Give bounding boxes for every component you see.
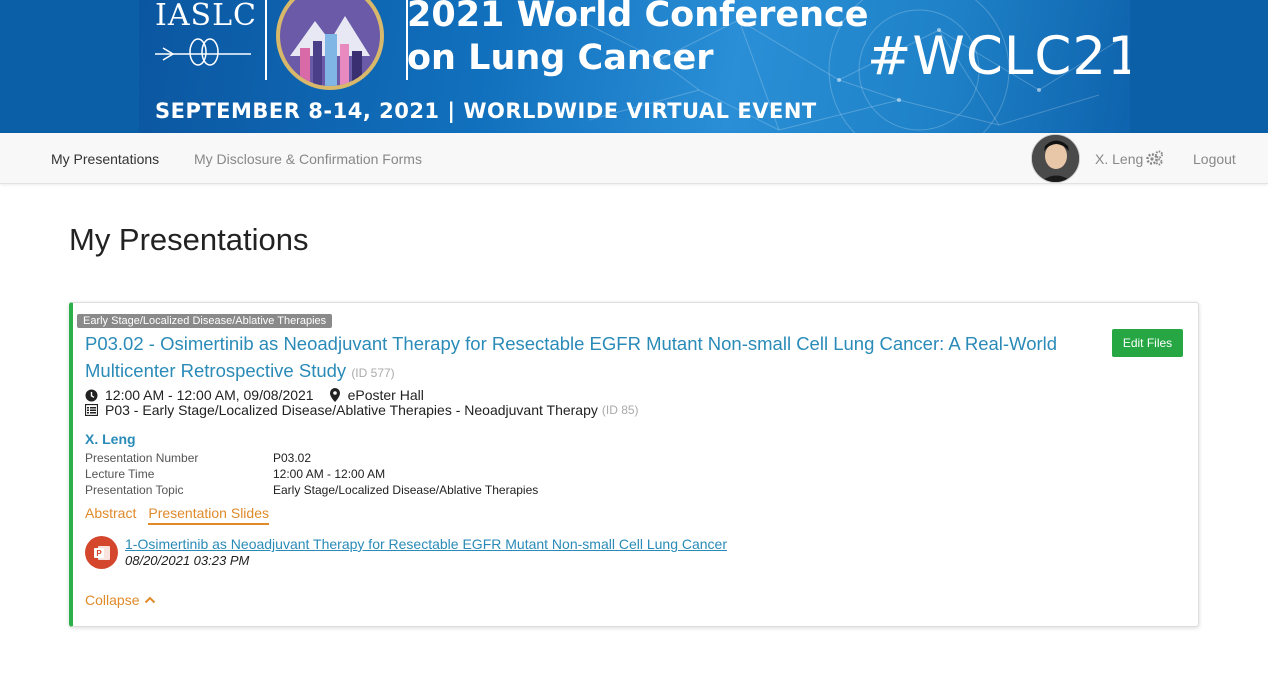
session-id: (ID 85) (601, 403, 639, 417)
tab-presentation-slides[interactable]: Presentation Slides (148, 505, 269, 525)
avatar[interactable] (1031, 134, 1080, 183)
conference-hashtag: #WCLC21 (867, 26, 1130, 87)
detail-label: Presentation Number (85, 451, 199, 465)
conference-title-line1: 2021 World Conference (407, 0, 869, 35)
detail-value: 12:00 AM - 12:00 AM (273, 467, 386, 481)
iaslc-wordmark: IASLC (155, 0, 257, 33)
collapse-toggle[interactable]: Collapse (85, 592, 156, 608)
clock-icon (85, 389, 98, 401)
user-photo-icon (1032, 135, 1079, 182)
top-navbar: My Presentations My Disclosure & Confirm… (0, 133, 1268, 184)
presentation-time: 12:00 AM - 12:00 AM, 09/08/2021 (105, 387, 314, 403)
nav-my-presentations[interactable]: My Presentations (51, 151, 159, 167)
presentation-id: (ID 577) (351, 366, 395, 380)
page-title: My Presentations (69, 222, 309, 257)
user-menu[interactable]: X. Leng (1095, 151, 1143, 167)
banner-divider (265, 0, 267, 80)
powerpoint-glyph-icon: P (93, 545, 110, 560)
chevron-up-icon[interactable] (144, 596, 156, 604)
author-name[interactable]: X. Leng (85, 431, 136, 447)
content-tabs: Abstract Presentation Slides (85, 505, 281, 525)
conference-banner: IASLC 2021 World Conference on Lung Canc… (139, 0, 1130, 133)
detail-value: P03.02 (273, 451, 312, 465)
svg-text:P: P (96, 549, 102, 558)
detail-value: Early Stage/Localized Disease/Ablative T… (273, 483, 539, 497)
collapse-label[interactable]: Collapse (85, 592, 139, 608)
tab-abstract[interactable]: Abstract (85, 505, 136, 525)
slide-file-link[interactable]: 1-Osimertinib as Neoadjuvant Therapy for… (125, 536, 727, 552)
city-skyline-icon (290, 16, 370, 86)
detail-row: Presentation Number P03.02 (85, 450, 538, 466)
detail-label: Presentation Topic (85, 483, 184, 497)
slide-file-date: 08/20/2021 03:23 PM (125, 553, 250, 568)
nav-disclosure-forms[interactable]: My Disclosure & Confirmation Forms (194, 151, 422, 167)
edit-files-button[interactable]: Edit Files (1112, 329, 1183, 357)
map-marker-icon (329, 388, 340, 402)
conference-title-line2: on Lung Cancer (407, 38, 714, 78)
presentation-title[interactable]: P03.02 - Osimertinib as Neoadjuvant Ther… (85, 330, 1085, 387)
presentation-title-text[interactable]: P03.02 - Osimertinib as Neoadjuvant Ther… (85, 333, 1057, 381)
time-location-row: 12:00 AM - 12:00 AM, 09/08/2021 ePoster … (85, 387, 424, 403)
header-banner: IASLC 2021 World Conference on Lung Canc… (0, 0, 1268, 133)
list-icon (85, 404, 98, 416)
presentation-card: Early Stage/Localized Disease/Ablative T… (69, 302, 1199, 627)
session-row: P03 - Early Stage/Localized Disease/Abla… (85, 402, 639, 418)
topic-badge: Early Stage/Localized Disease/Ablative T… (77, 314, 333, 328)
iaslc-logo-icon (155, 38, 251, 66)
detail-row: Presentation Topic Early Stage/Localized… (85, 482, 538, 498)
presentation-location: ePoster Hall (347, 387, 424, 403)
conference-title: 2021 World Conference on Lung Cancer (407, 0, 869, 80)
gears-icon[interactable] (1146, 150, 1164, 166)
detail-row: Lecture Time 12:00 AM - 12:00 AM (85, 466, 538, 482)
logout-link[interactable]: Logout (1193, 151, 1236, 167)
detail-label: Lecture Time (85, 467, 155, 481)
conference-dates: SEPTEMBER 8-14, 2021 | WORLDWIDE VIRTUAL… (155, 99, 817, 123)
presentation-details: Presentation Number P03.02 Lecture Time … (85, 450, 538, 498)
slide-file-item: P 1-Osimertinib as Neoadjuvant Therapy f… (85, 536, 727, 569)
presentation-session: P03 - Early Stage/Localized Disease/Abla… (105, 402, 598, 418)
powerpoint-icon: P (85, 536, 118, 569)
